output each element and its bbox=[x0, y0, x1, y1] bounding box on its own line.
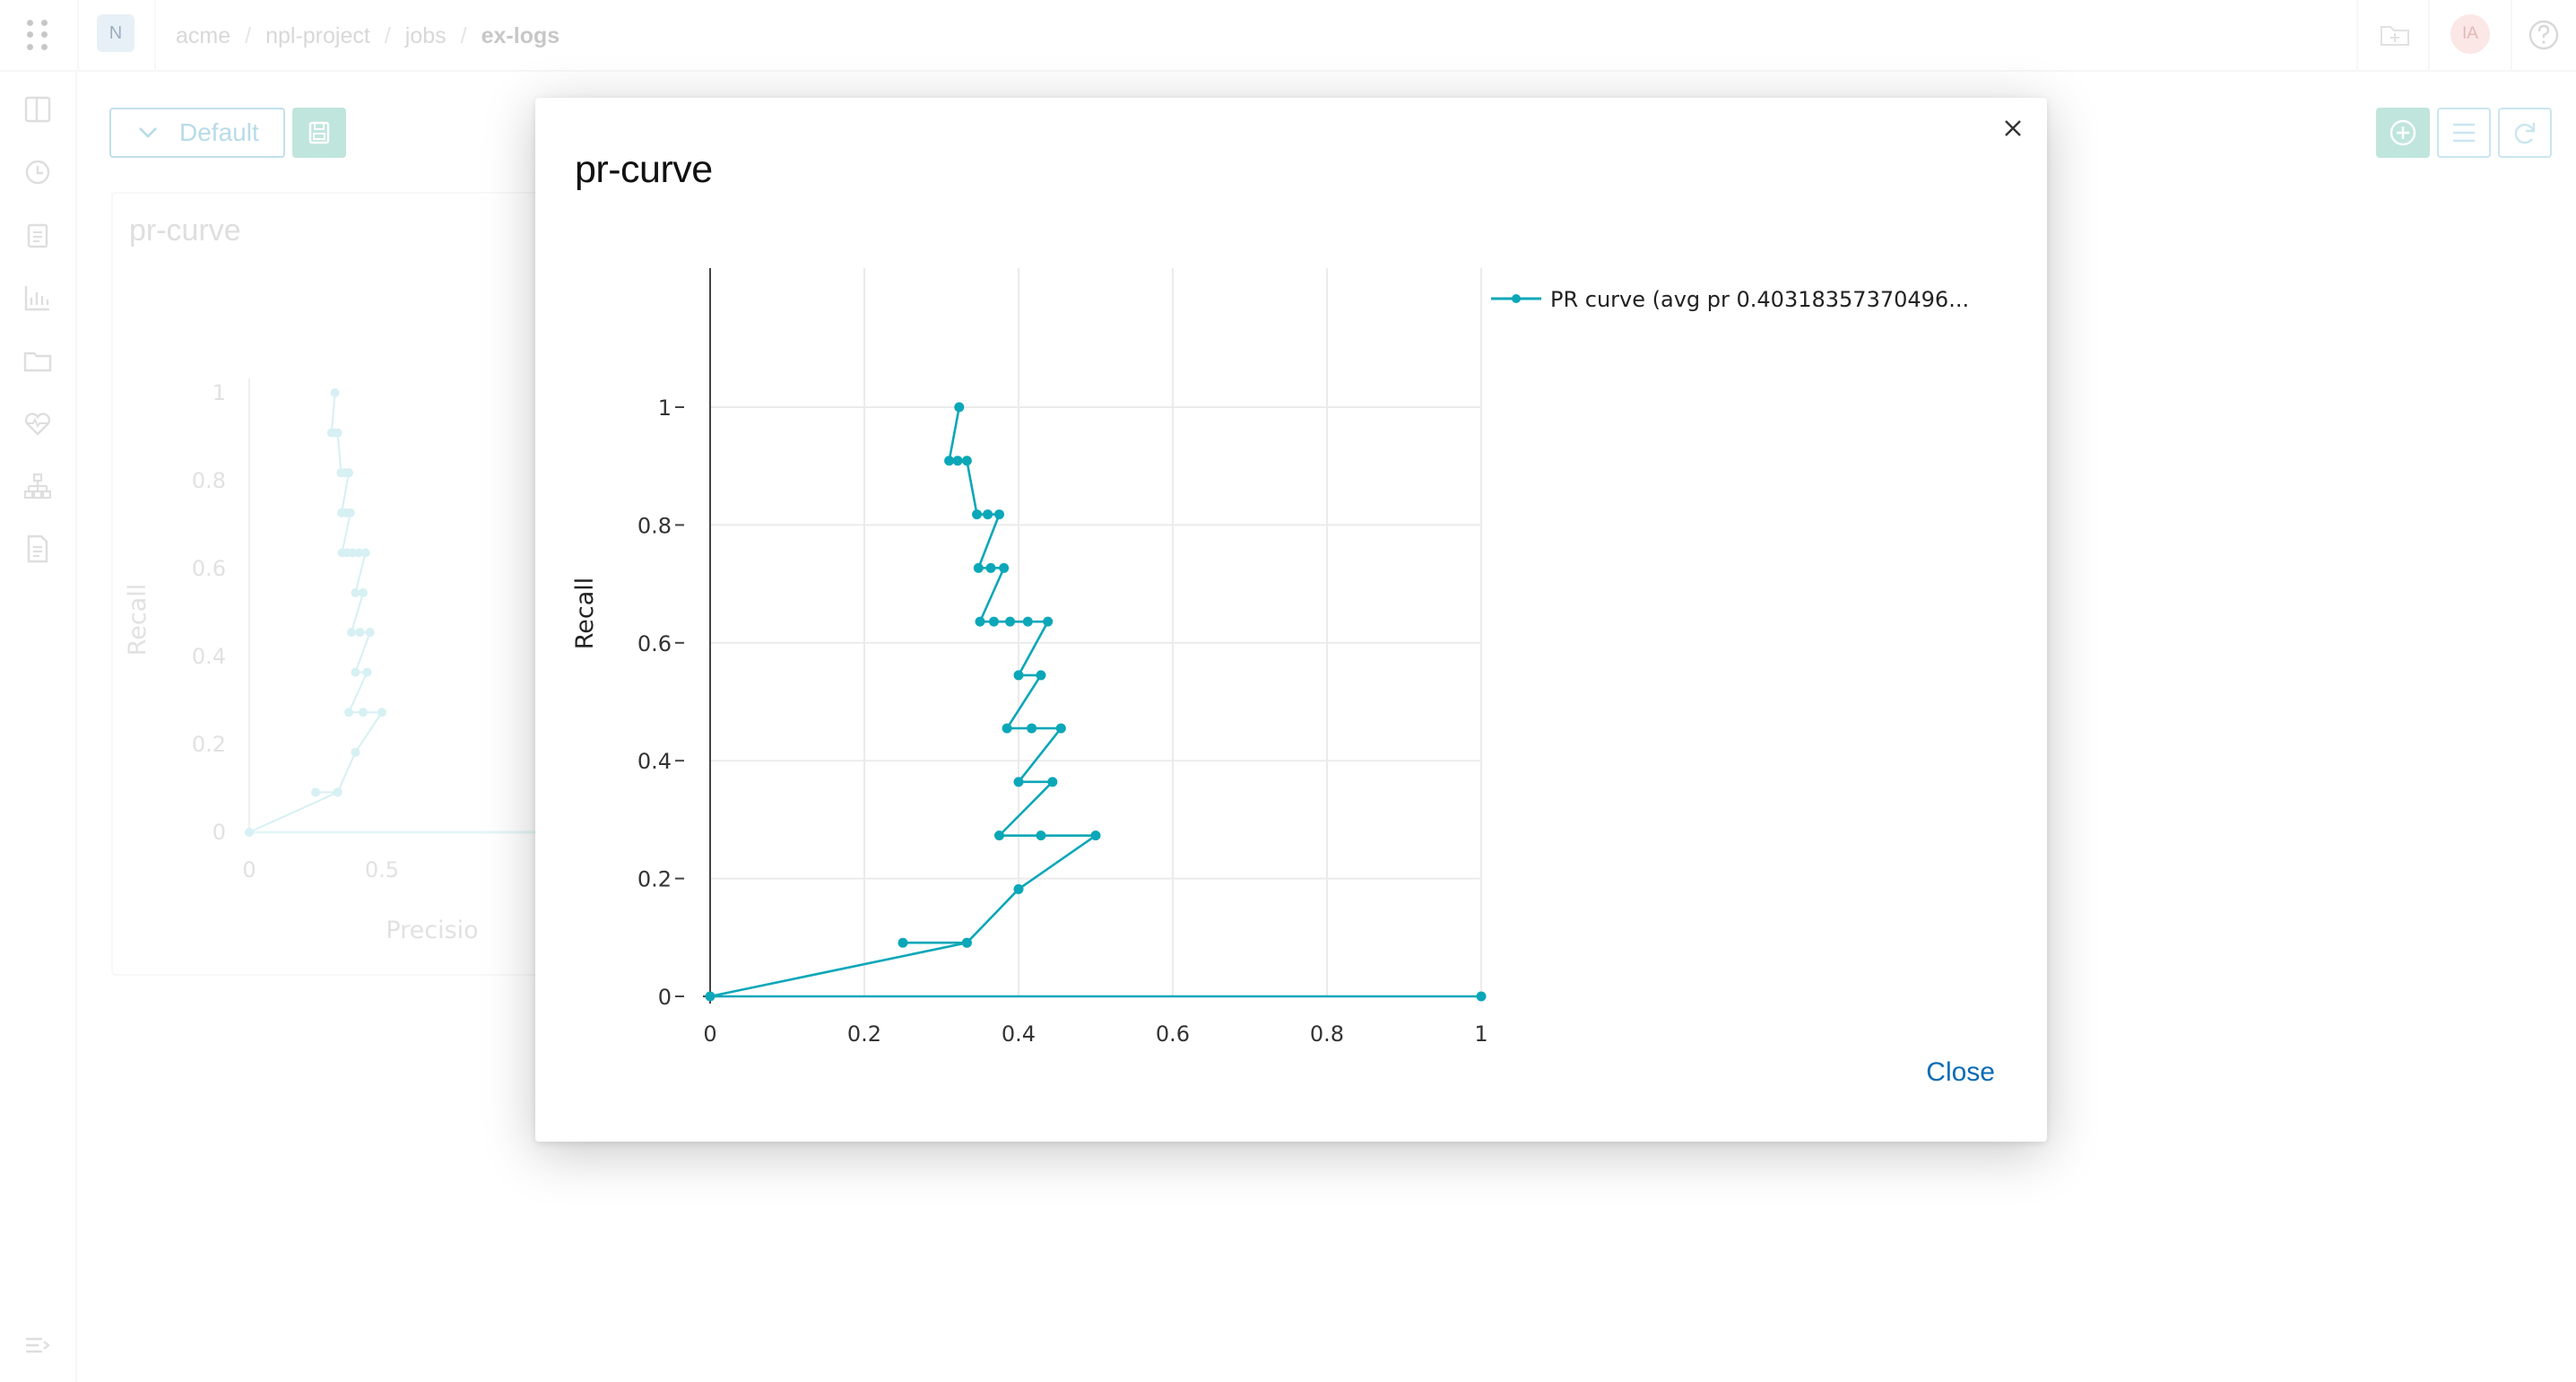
chart-modal: pr-curve 0 0.2 0.4 0.6 0.8 1 0 0.2 0.4 0.6 0.8 1 R… bbox=[535, 98, 2047, 1142]
data-point[interactable] bbox=[983, 509, 993, 520]
data-point[interactable] bbox=[999, 562, 1010, 573]
y-tick-label: 0.6 bbox=[637, 631, 672, 656]
x-tick-label: 0.2 bbox=[847, 1021, 881, 1047]
legend-swatch-marker bbox=[1512, 294, 1521, 303]
x-tick-label: 0 bbox=[703, 1021, 716, 1047]
data-point[interactable] bbox=[705, 991, 716, 1002]
data-point[interactable] bbox=[1090, 830, 1101, 841]
data-point[interactable] bbox=[961, 456, 972, 466]
data-point[interactable] bbox=[1476, 991, 1487, 1002]
data-point[interactable] bbox=[1013, 777, 1024, 787]
y-tick-label: 0.2 bbox=[637, 867, 672, 892]
x-tick-label: 1 bbox=[1474, 1021, 1487, 1047]
data-point[interactable] bbox=[944, 456, 955, 466]
data-point[interactable] bbox=[975, 616, 985, 627]
data-point[interactable] bbox=[988, 616, 999, 627]
data-point[interactable] bbox=[994, 830, 1004, 841]
data-point[interactable] bbox=[1022, 616, 1033, 627]
data-point[interactable] bbox=[973, 562, 984, 573]
data-point[interactable] bbox=[1005, 616, 1016, 627]
data-point[interactable] bbox=[1047, 777, 1058, 787]
data-point[interactable] bbox=[1027, 723, 1037, 734]
y-tick-label: 0.8 bbox=[637, 513, 672, 538]
data-point[interactable] bbox=[1036, 830, 1046, 841]
y-tick-label: 1 bbox=[658, 395, 672, 421]
data-point[interactable] bbox=[1013, 670, 1024, 681]
data-point[interactable] bbox=[1036, 670, 1046, 681]
data-point[interactable] bbox=[961, 937, 972, 948]
data-point[interactable] bbox=[985, 562, 996, 573]
data-point[interactable] bbox=[1043, 616, 1054, 627]
y-tick-label: 0.4 bbox=[637, 749, 672, 774]
y-axis-title: Recall bbox=[571, 578, 599, 650]
close-button[interactable]: Close bbox=[1926, 1057, 1995, 1088]
data-point[interactable] bbox=[1055, 723, 1066, 734]
data-point[interactable] bbox=[1013, 883, 1024, 894]
data-point[interactable] bbox=[952, 456, 963, 466]
data-point[interactable] bbox=[972, 509, 983, 520]
x-tick-label: 0.6 bbox=[1156, 1021, 1190, 1047]
data-point[interactable] bbox=[994, 509, 1004, 520]
data-point[interactable] bbox=[898, 937, 908, 948]
legend-entry: PR curve (avg pr 0.40318357370496... bbox=[1550, 287, 1969, 312]
x-tick-label: 0.8 bbox=[1310, 1021, 1344, 1047]
data-point[interactable] bbox=[954, 402, 965, 413]
pr-curve-chart: 0 0.2 0.4 0.6 0.8 1 0 0.2 0.4 0.6 0.8 1 Recall PR … bbox=[571, 268, 1969, 1047]
x-tick-label: 0.4 bbox=[1002, 1021, 1036, 1047]
y-tick-label: 0 bbox=[658, 985, 672, 1010]
legend[interactable]: PR curve (avg pr 0.40318357370496... bbox=[1491, 287, 1969, 312]
series-line bbox=[709, 406, 1481, 998]
data-point[interactable] bbox=[1002, 723, 1012, 734]
